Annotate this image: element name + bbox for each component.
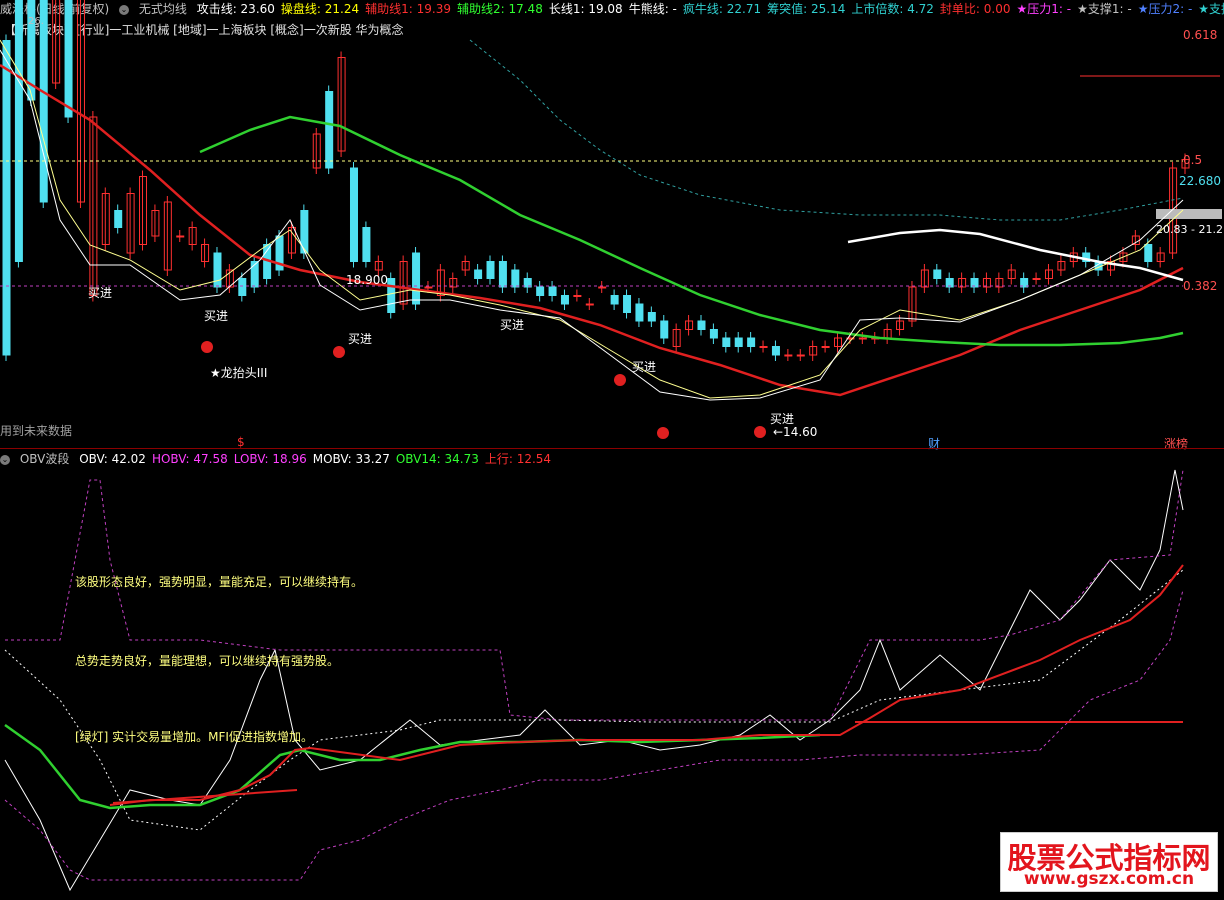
candle-body xyxy=(349,167,358,262)
sub-value-0: OBV: 42.02 xyxy=(79,452,146,466)
buy-signal: 买进 xyxy=(500,318,525,332)
sub-value-3: MOBV: 33.27 xyxy=(312,452,390,466)
candle-body xyxy=(2,40,11,356)
candle-body xyxy=(548,286,557,296)
buy-signal: 买进 xyxy=(204,309,229,323)
tuo-signal-icon xyxy=(201,341,213,353)
range-label: 20.83 - 21.2 xyxy=(1156,223,1223,236)
candle-body xyxy=(114,210,123,228)
candle-body xyxy=(560,295,569,305)
tuo-signal-icon xyxy=(657,427,669,439)
candle-body xyxy=(660,320,669,339)
candle-body xyxy=(362,227,371,262)
candle-body xyxy=(821,346,830,348)
sub-indicator-name[interactable]: OBV波段 xyxy=(20,452,70,466)
candle-body xyxy=(424,286,433,289)
candle-body xyxy=(784,354,793,357)
dragon-signal: ★龙抬头III xyxy=(210,366,268,380)
panel-divider[interactable] xyxy=(0,448,1224,449)
candle-body xyxy=(387,278,396,313)
mobv-line xyxy=(4,569,1184,831)
candle-body xyxy=(474,269,483,279)
buy-signal: 买进 xyxy=(770,412,795,426)
candle-body xyxy=(64,0,73,118)
candle-body xyxy=(14,0,23,262)
current-price-box xyxy=(1156,209,1222,219)
candle-body xyxy=(536,286,545,296)
candle-body xyxy=(623,295,632,313)
candle-body xyxy=(1144,244,1153,262)
ma-green-line xyxy=(199,115,1184,347)
tuo-signal-icon xyxy=(333,346,345,358)
sub-value-1: HOBV: 47.58 xyxy=(151,452,228,466)
candle-body xyxy=(412,252,421,305)
fib-label-618: 0.618 xyxy=(1183,28,1218,42)
fib-label-5: 0.5 xyxy=(1183,153,1203,167)
high-marker: 18.900 xyxy=(346,273,388,287)
candle-body xyxy=(747,337,756,347)
dollar-marker: $ xyxy=(237,435,245,449)
ma-thin-white-line xyxy=(0,49,1184,401)
ma-cyan-dashed xyxy=(469,39,1184,221)
sub-value-2: LOBV: 18.96 xyxy=(233,452,307,466)
candle-body xyxy=(39,0,48,203)
candle-body xyxy=(213,252,222,288)
candle-body xyxy=(759,346,768,348)
chevron-down-icon[interactable]: ⌄ xyxy=(0,454,10,465)
sub-indicator-values: OBV: 42.02 HOBV: 47.58 LOBV: 18.96 MOBV: 33… xyxy=(79,452,557,466)
buy-signal: 买进 xyxy=(632,360,657,374)
buy-signal: 买进 xyxy=(348,332,373,346)
candle-body xyxy=(176,235,185,238)
candle-body xyxy=(238,278,247,296)
candle-body xyxy=(585,303,594,306)
candle-body xyxy=(796,354,805,357)
candle-body xyxy=(598,286,607,289)
obv14-red-line xyxy=(109,564,1184,806)
candle-body xyxy=(734,337,743,347)
candle-body xyxy=(858,337,867,340)
current-price-label: 22.680 xyxy=(1179,174,1221,188)
tuo-signal-icon xyxy=(614,374,626,386)
candle-body xyxy=(610,295,619,305)
candle-body xyxy=(250,261,259,288)
candle-body xyxy=(709,329,718,339)
sub-value-4: OBV14: 34.73 xyxy=(395,452,479,466)
uptrend-segment xyxy=(112,789,298,804)
sub-indicator-header: ⌄ OBV波段 OBV: 42.02 HOBV: 47.58 LOBV: 18.96… xyxy=(0,450,1224,466)
low-marker: ←14.60 xyxy=(773,425,818,439)
corner-price: 26. xyxy=(28,16,44,27)
candle-body xyxy=(635,303,644,322)
candle-body xyxy=(498,261,507,288)
future-data-note: 用到未来数据 xyxy=(0,424,73,438)
candle-body xyxy=(573,295,582,297)
candle-body xyxy=(697,320,706,330)
candle-body xyxy=(933,269,942,279)
watermark-url: www.gszx.com.cn xyxy=(1023,869,1195,889)
comment-text: [绿灯] 实计交易量增加。MFI促进指数增加。 xyxy=(75,730,313,744)
buy-signal: 买进 xyxy=(88,286,113,300)
hobv-line xyxy=(5,469,1184,721)
candle-body xyxy=(647,312,656,322)
candle-body xyxy=(722,337,731,347)
comment-text: 该股形态良好，强势明显，量能充足，可以继续持有。 xyxy=(75,575,364,589)
sub-value-5: 上行: 12.54 xyxy=(484,452,552,466)
watermark-logo: 股票公式指标网 www.gszx.com.cn xyxy=(1000,832,1218,892)
fib-label-382: 0.382 xyxy=(1183,279,1218,293)
candle-body xyxy=(511,269,520,288)
candle-body xyxy=(486,261,495,279)
tuo-signal-icon xyxy=(754,426,766,438)
candle-body xyxy=(325,91,334,169)
comment-text: 总势走势良好，量能理想，可以继续持有强势股。 xyxy=(75,654,340,668)
candle-body xyxy=(1032,278,1041,280)
candle-body xyxy=(771,346,780,356)
